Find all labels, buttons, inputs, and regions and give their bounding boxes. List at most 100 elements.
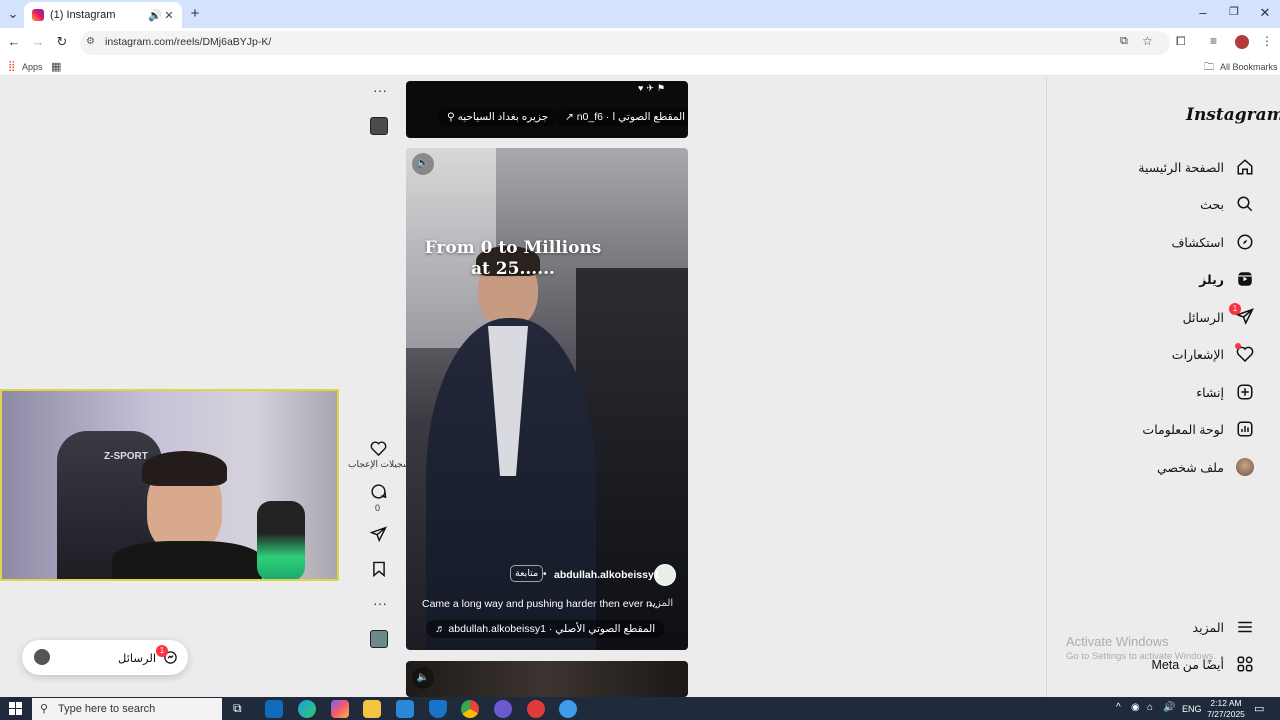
chrome-app-icon[interactable] <box>461 700 479 718</box>
restore-button[interactable]: ❐ <box>1223 5 1245 18</box>
store-app-icon[interactable] <box>396 700 414 718</box>
notification-center-icon[interactable]: ▭ <box>1254 702 1264 715</box>
extensions-icon[interactable]: ⧠ <box>1176 34 1186 49</box>
clock-time: 2:12 AM <box>1210 698 1242 708</box>
sidebar-item-reels[interactable]: ريلز <box>1199 270 1254 288</box>
site-info-icon[interactable]: ⚙ <box>86 36 95 47</box>
reel-main[interactable]: 🔈 From 0 to Millions at 25...... abdulla… <box>406 148 688 650</box>
reel-caption: Came a long way and pushing harder then … <box>422 598 661 610</box>
url-text: instagram.com/reels/DMj6aBYJp-K/ <box>105 36 272 48</box>
forward-button[interactable]: → <box>27 34 49 49</box>
sidebar-more[interactable]: المزيد <box>1193 618 1254 636</box>
streamer-shirt <box>112 541 262 579</box>
browser-tab[interactable]: (1) Instagram 🔊 ✕ <box>24 2 182 28</box>
bookmarks-bar: ⣿ Apps ▦ 🗀 All Bookmarks <box>0 58 1280 76</box>
caption-more-link[interactable]: المزيد <box>648 598 673 609</box>
bookmark-star-icon[interactable]: ☆ <box>1142 34 1153 48</box>
taskbar-search-icon: ⚲ <box>40 703 49 715</box>
back-button[interactable]: ← <box>3 34 25 49</box>
comment-icon[interactable] <box>370 483 387 500</box>
profile-avatar[interactable] <box>1235 35 1249 49</box>
save-icon[interactable] <box>372 561 386 577</box>
install-app-icon[interactable]: ⧉ <box>1120 35 1128 48</box>
chrome-menu-icon[interactable]: ⋮ <box>1261 34 1273 48</box>
emoji-row: ♥✈⚑ <box>638 83 668 93</box>
mute-toggle-icon-next[interactable]: 🔈 <box>412 667 434 689</box>
copilot-app-icon[interactable] <box>331 700 349 718</box>
app-icon[interactable] <box>559 700 577 718</box>
obs-app-icon[interactable] <box>527 700 545 718</box>
edge-app-icon[interactable] <box>298 700 316 718</box>
apps-grid-icon[interactable]: ⣿ <box>8 61 15 72</box>
sidebar-item-label: الصفحة الرئيسية <box>1138 160 1224 175</box>
heart-icon-wrap <box>1235 343 1254 363</box>
taskbar-search-placeholder: Type here to search <box>58 703 156 715</box>
sidebar-item-home[interactable]: الصفحة الرئيسية <box>1138 158 1254 176</box>
tray-overflow-icon[interactable]: ^ <box>1116 702 1121 713</box>
reel-location-pill[interactable]: ⚲ جزيره بغداد السياحيه <box>438 108 558 126</box>
mute-toggle-icon[interactable]: 🔈 <box>412 153 434 175</box>
audio-thumbnail[interactable] <box>370 630 388 648</box>
meta-apps-icon <box>1237 656 1253 672</box>
more-options-icon-top[interactable]: ··· <box>373 82 387 98</box>
sidebar-item-explore[interactable]: استكشاف <box>1171 233 1254 251</box>
instagram-logo[interactable]: Instagram <box>1186 105 1280 125</box>
chair-brand: Z-SPORT <box>104 451 148 462</box>
tab-close-icon[interactable]: ✕ <box>162 9 176 22</box>
share-icon[interactable] <box>370 526 387 542</box>
sidebar-item-label: ريلز <box>1199 272 1224 287</box>
follow-button[interactable]: متابعة <box>510 565 544 582</box>
media-control-icon[interactable]: ≡ <box>1210 34 1217 48</box>
close-window-button[interactable]: ✕ <box>1254 5 1276 21</box>
microphone <box>257 501 305 579</box>
messages-pill-badge: 1 <box>156 645 168 657</box>
sidebar-item-search[interactable]: بحث <box>1200 195 1254 213</box>
reel-audio-link[interactable]: ♬ abdullah.alkobeissy1 · المقطع الصوتي ا… <box>426 620 665 638</box>
creator-username[interactable]: abdullah.alkobeissy1 <box>554 569 660 581</box>
sidebar-item-notifications[interactable]: الإشعارات <box>1172 343 1254 363</box>
sidebar-item-label: لوحة المعلومات <box>1142 422 1224 437</box>
task-view-icon[interactable]: ⧉ <box>233 701 242 716</box>
messages-pill[interactable]: الرسائل 1 <box>22 640 188 675</box>
bookmark-apps[interactable]: Apps <box>22 62 43 72</box>
messages-badge: 1 <box>1229 303 1241 315</box>
all-bookmarks[interactable]: All Bookmarks <box>1220 62 1278 72</box>
tab-audio-icon[interactable]: 🔊 <box>148 9 162 22</box>
audio-thumbnail-top[interactable] <box>370 117 388 135</box>
sidebar-item-dashboard[interactable]: لوحة المعلومات <box>1142 420 1254 438</box>
reel-overlay-text: From 0 to Millions at 25...... <box>406 238 620 280</box>
messages-icon-wrap: 1 <box>1229 303 1254 326</box>
avatar-icon <box>1236 458 1254 476</box>
reel-previous[interactable]: ♥✈⚑ ↗ n0_f6 · المقطع الصوتي ا ⚲ جزيره بغ… <box>406 81 688 138</box>
tab-search-chevron-icon[interactable]: ⌄ <box>2 6 24 22</box>
sidebar-item-messages[interactable]: 1 الرسائل <box>1183 303 1254 326</box>
dashboard-icon <box>1237 421 1253 437</box>
language-indicator[interactable]: ENG <box>1182 704 1202 714</box>
windows-start-icon[interactable] <box>9 702 22 715</box>
reel-audio-pill[interactable]: ↗ n0_f6 · المقطع الصوتي ا <box>556 108 688 126</box>
clock[interactable]: 2:12 AM 7/27/2025 <box>1206 698 1246 720</box>
sidebar-item-label: استكشاف <box>1171 235 1224 250</box>
outlook-app-icon[interactable] <box>265 700 283 718</box>
like-icon[interactable] <box>370 440 387 456</box>
new-tab-button[interactable]: + <box>184 5 206 22</box>
reel-next[interactable]: 🔈 <box>406 661 688 697</box>
volume-icon[interactable]: 🔊 <box>1163 702 1175 713</box>
overlay-line-2: at 25...... <box>471 259 555 279</box>
sidebar-item-label: ملف شخصي <box>1156 460 1224 475</box>
tray-record-icon[interactable]: ◉ <box>1131 702 1140 713</box>
sidebar-item-create[interactable]: إنشاء <box>1196 383 1254 401</box>
file-explorer-icon[interactable] <box>363 700 381 718</box>
defender-app-icon[interactable] <box>429 700 447 718</box>
more-options-icon[interactable]: ··· <box>373 595 387 611</box>
tab-groups-icon[interactable]: ▦ <box>51 60 61 73</box>
folder-icon: 🗀 <box>1204 62 1214 73</box>
home-icon <box>1237 159 1253 175</box>
compass-icon <box>1237 234 1253 250</box>
sidebar-item-profile[interactable]: ملف شخصي <box>1157 458 1254 476</box>
minimize-button[interactable]: – <box>1192 5 1214 20</box>
network-icon[interactable]: ⌂ <box>1147 702 1153 713</box>
reload-button[interactable]: ↻ <box>51 34 73 50</box>
discord-app-icon[interactable] <box>494 700 512 718</box>
taskbar-search[interactable]: ⚲ Type here to search <box>32 698 222 720</box>
